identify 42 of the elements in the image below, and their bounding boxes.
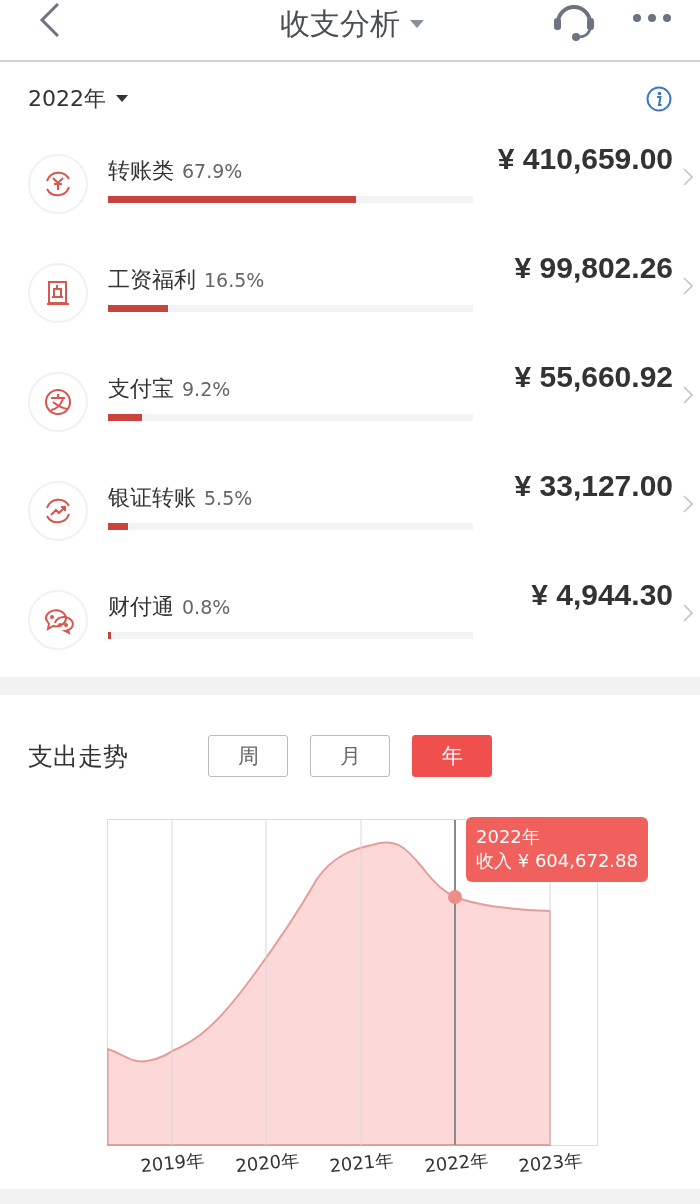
- chevron-icon[interactable]: [683, 604, 693, 622]
- chevron-icon[interactable]: [683, 495, 693, 513]
- info-icon[interactable]: [646, 86, 672, 112]
- category-amount: ¥ 99,802.26: [513, 251, 673, 285]
- category-percent: 67.9%: [182, 160, 243, 182]
- page-title[interactable]: 收支分析: [280, 4, 400, 45]
- period-tab[interactable]: 月: [310, 735, 390, 777]
- category-icon: [28, 154, 88, 214]
- tooltip-value: 收入 ¥ 604,672.88: [476, 849, 638, 874]
- category-name: 支付宝: [108, 375, 174, 403]
- section-title: 支出走势: [28, 740, 129, 773]
- more-icon[interactable]: [632, 13, 672, 23]
- category-name: 工资福利: [108, 266, 196, 294]
- category-icon: [28, 481, 88, 541]
- axis-label: 2020年: [232, 1147, 301, 1179]
- chevron-icon[interactable]: [683, 277, 693, 295]
- category-percent: 9.2%: [182, 378, 231, 400]
- period-tab[interactable]: 周: [208, 735, 288, 777]
- category-amount: ¥ 55,660.92: [513, 360, 673, 394]
- year-selector[interactable]: 2022年: [28, 84, 106, 114]
- category-percent: 16.5%: [204, 269, 265, 291]
- category-icon: [28, 372, 88, 432]
- category-name: 转账类: [108, 157, 174, 185]
- axis-label: 2019年: [138, 1147, 207, 1179]
- period-tab[interactable]: 年: [412, 735, 492, 777]
- chevron-icon[interactable]: [683, 386, 693, 404]
- axis-label: 2023年: [516, 1147, 585, 1179]
- axis-label: 2022年: [421, 1147, 490, 1179]
- category-icon: [28, 263, 88, 323]
- category-amount: ¥ 4,944.30: [530, 578, 673, 612]
- category-amount: ¥ 33,127.00: [513, 469, 673, 503]
- caret-icon[interactable]: [116, 95, 128, 103]
- category-name: 银证转账: [108, 484, 196, 512]
- chevron-icon[interactable]: [683, 168, 693, 186]
- category-percent: 0.8%: [182, 596, 231, 618]
- axis-label: 2021年: [327, 1147, 396, 1179]
- category-percent: 5.5%: [204, 487, 253, 509]
- category-name: 财付通: [108, 593, 174, 621]
- back-icon[interactable]: [38, 2, 62, 38]
- tooltip-year: 2022年: [476, 825, 541, 849]
- category-icon: [28, 590, 88, 650]
- category-amount: ¥ 410,659.00: [496, 142, 673, 176]
